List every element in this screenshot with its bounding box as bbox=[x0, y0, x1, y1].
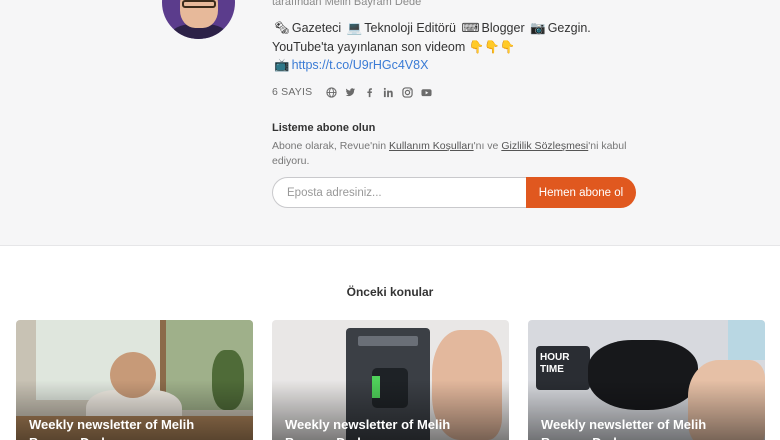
issue-card-title: Weekly newsletter of Melih Bayram Dede bbox=[29, 417, 195, 440]
youtube-icon[interactable] bbox=[421, 87, 432, 98]
author-bio: 🗞 Gazeteci 💻 Teknoloji Editörü ⌨ Blogger 📷 G… bbox=[272, 19, 652, 75]
subscribe-button[interactable]: Hemen abone ol bbox=[526, 177, 636, 208]
privacy-link[interactable]: Gizlilik Sözleşmesi bbox=[501, 140, 588, 152]
subscribe-description: Abone olarak, Revue'nin Kullanım Koşulla… bbox=[272, 140, 627, 167]
profile-meta: 6 SAYIS bbox=[272, 85, 432, 99]
bio-youtube-text: YouTube'ta yayınlanan son videom bbox=[272, 39, 466, 54]
bio-line-2: YouTube'ta yayınlanan son videom 👇👇👇 bbox=[272, 38, 652, 57]
issue-card[interactable]: Weekly newsletter of Melih Bayram Dede bbox=[272, 320, 509, 440]
previous-issues-title: Önceki konular bbox=[346, 285, 434, 299]
bio-line-1: 🗞 Gazeteci 💻 Teknoloji Editörü ⌨ Blogger 📷 G… bbox=[272, 19, 652, 38]
pointing-down-icon: 👇👇👇 bbox=[468, 39, 516, 54]
bio-item: Gezgin. bbox=[547, 21, 591, 35]
bio-line-3: 📺 https://t.co/U9rHGc4V8X bbox=[272, 56, 652, 75]
author-byline: tarafından Melih Bayram Dede bbox=[272, 0, 422, 8]
profile-header: tarafından Melih Bayram Dede 🗞 Gazeteci 💻… bbox=[0, 0, 780, 246]
bio-item: Teknoloji Editörü bbox=[364, 21, 456, 35]
issue-card[interactable]: HOUR TIME Weekly newsletter of Melih Bay… bbox=[528, 320, 765, 440]
tv-icon: 📺 bbox=[274, 58, 290, 72]
linkedin-icon[interactable] bbox=[383, 87, 394, 98]
issue-card-title: Weekly newsletter of Melih Bayram Dede bbox=[541, 417, 707, 440]
email-input[interactable] bbox=[272, 177, 526, 208]
globe-icon[interactable] bbox=[326, 86, 337, 98]
newspaper-icon: 🗞 bbox=[274, 21, 290, 35]
terms-link[interactable]: Kullanım Koşulları bbox=[389, 140, 474, 152]
subscribe-form: Hemen abone ol bbox=[272, 177, 636, 208]
subscribe-title: Listeme abone olun bbox=[272, 122, 376, 134]
social-links bbox=[326, 86, 432, 98]
issue-count: 6 SAYIS bbox=[272, 86, 313, 98]
previous-issues-list: Weekly newsletter of Melih Bayram Dede W… bbox=[16, 320, 766, 440]
camera-icon: 📷 bbox=[530, 21, 546, 35]
twitter-icon[interactable] bbox=[345, 87, 356, 98]
avatar bbox=[162, 0, 235, 39]
bio-link[interactable]: https://t.co/U9rHGc4V8X bbox=[292, 58, 429, 72]
issue-card-title: Weekly newsletter of Melih Bayram Dede bbox=[285, 417, 451, 440]
issue-card[interactable]: Weekly newsletter of Melih Bayram Dede bbox=[16, 320, 253, 440]
keyboard-icon: ⌨ bbox=[461, 21, 480, 35]
laptop-icon: 💻 bbox=[346, 21, 363, 35]
bio-item: Blogger bbox=[481, 21, 525, 35]
bio-item: Gazeteci bbox=[291, 21, 342, 35]
facebook-icon[interactable] bbox=[364, 87, 375, 98]
instagram-icon[interactable] bbox=[402, 86, 413, 98]
